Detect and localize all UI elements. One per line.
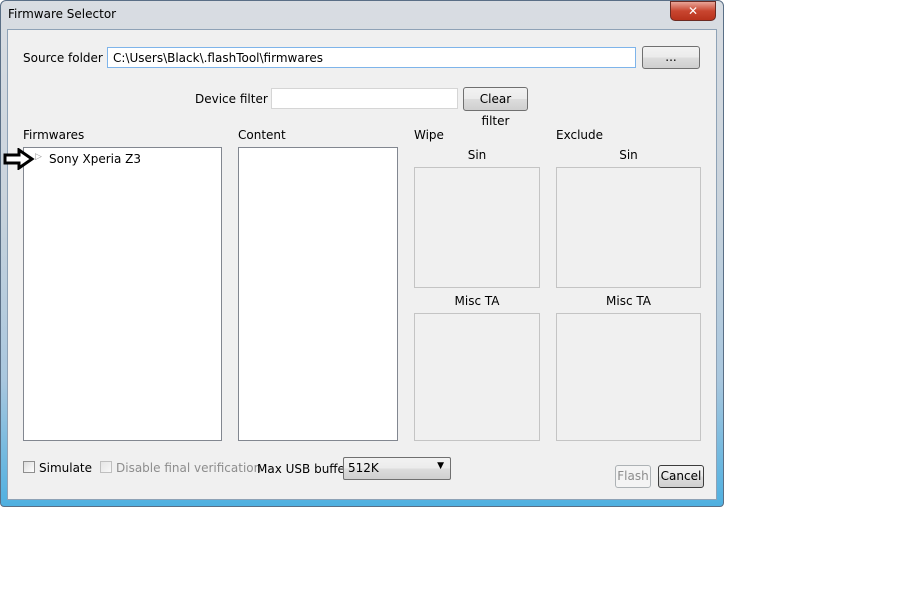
close-button[interactable]: ✕	[670, 1, 716, 21]
exclude-misc-list[interactable]	[556, 313, 701, 441]
flash-button[interactable]: Flash	[615, 465, 651, 488]
usb-buffer-value: 512K	[348, 461, 379, 475]
firmwares-label: Firmwares	[23, 128, 85, 142]
simulate-label[interactable]: Simulate	[39, 461, 92, 475]
tree-item[interactable]: ▷ Sony Xperia Z3	[24, 150, 220, 168]
exclude-sin-list[interactable]	[556, 167, 701, 288]
content-list[interactable]	[238, 147, 398, 441]
disable-verification-label[interactable]: Disable final verification	[116, 461, 261, 475]
wipe-sin-label: Sin	[467, 148, 487, 162]
exclude-misc-label: Misc TA	[606, 294, 651, 308]
disable-verification-checkbox[interactable]	[100, 461, 112, 473]
simulate-checkbox[interactable]	[23, 461, 35, 473]
arrow-right-icon	[3, 148, 35, 170]
wipe-misc-label: Misc TA	[454, 294, 500, 308]
close-icon: ✕	[687, 4, 699, 18]
usb-buffer-label: Max USB buffer	[257, 462, 350, 476]
source-folder-label: Source folder :	[23, 51, 111, 65]
device-filter-input[interactable]	[271, 88, 458, 109]
firmwares-tree[interactable]: ▷ Sony Xperia Z3	[23, 147, 222, 441]
expand-triangle-icon[interactable]: ▷	[35, 152, 42, 162]
browse-button[interactable]: ...	[642, 46, 700, 69]
exclude-sin-label: Sin	[619, 148, 638, 162]
content-label: Content	[238, 128, 286, 142]
tree-item-label: Sony Xperia Z3	[49, 152, 141, 166]
clear-filter-button[interactable]: Clear filter	[463, 87, 528, 128]
wipe-label: Wipe	[414, 128, 444, 142]
device-filter-label: Device filter :	[195, 92, 276, 106]
wipe-sin-list[interactable]	[414, 167, 540, 288]
wipe-misc-list[interactable]	[414, 313, 540, 441]
source-folder-input[interactable]: C:\Users\Black\.flashTool\firmwares	[107, 47, 636, 68]
usb-buffer-select[interactable]: 512K ▼	[343, 457, 451, 480]
window-title: Firmware Selector	[8, 7, 117, 21]
dropdown-arrow-icon: ▼	[437, 461, 444, 471]
exclude-label: Exclude	[556, 128, 604, 142]
cancel-button[interactable]: Cancel	[658, 465, 704, 488]
